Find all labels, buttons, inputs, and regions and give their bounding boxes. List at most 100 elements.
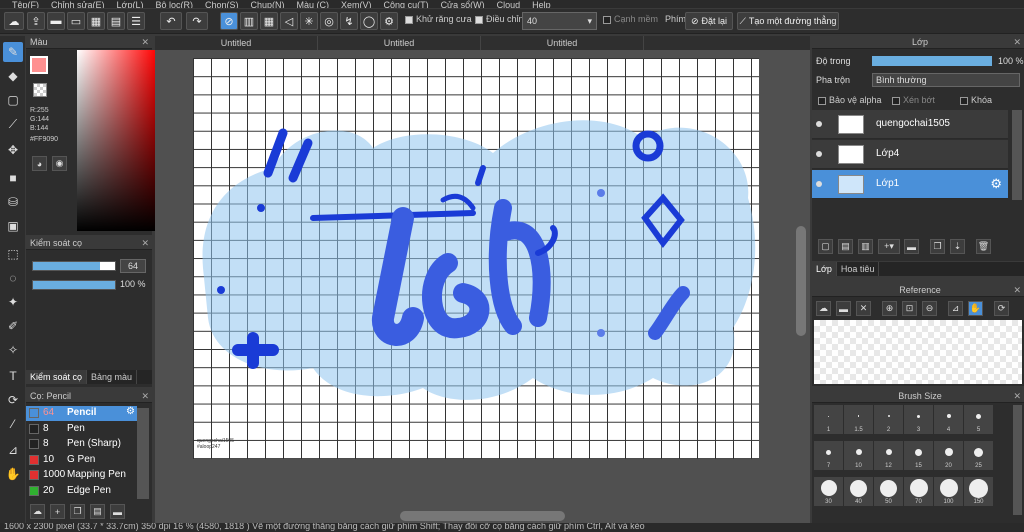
tab-color-palette[interactable]: Bảng màu — [87, 370, 138, 384]
brush-size-option[interactable]: 7 — [814, 441, 843, 470]
marquee-tool-icon[interactable]: ⬚ — [3, 244, 23, 264]
brush-size-value[interactable]: 64 — [120, 259, 146, 273]
curve-snap-icon[interactable]: ↯ — [340, 12, 358, 30]
eraser-tool-icon[interactable]: ◆ — [3, 66, 23, 86]
brush-size-option[interactable]: 12 — [874, 441, 903, 470]
cloud-brush-icon[interactable]: ☁ — [30, 504, 45, 519]
close-icon[interactable]: ✕ — [141, 390, 149, 403]
brush-size-option[interactable]: 20 — [934, 441, 963, 470]
smudge-tool-icon[interactable]: ⁄ — [3, 414, 23, 434]
snap-off-icon[interactable]: ⊘ — [220, 12, 238, 30]
grid-snap-icon[interactable]: ▦ — [260, 12, 278, 30]
adjust-option[interactable]: Điều chỉnh — [475, 14, 529, 24]
select-eraser-tool-icon[interactable]: ✧ — [3, 340, 23, 360]
brush-size-option[interactable]: 150 — [964, 477, 993, 506]
protect-alpha-checkbox[interactable]: Bảo vệ alpha — [818, 95, 882, 105]
zoom-in-icon[interactable]: ⊕ — [882, 301, 897, 316]
rotate-icon[interactable]: ⟳ — [994, 301, 1009, 316]
layer-folder-icon[interactable]: ▬ — [904, 239, 919, 254]
visibility-icon[interactable] — [816, 151, 822, 157]
eyedropper-tool-icon[interactable]: ⊿ — [3, 440, 23, 460]
perspective-snap-icon[interactable]: ◁ — [280, 12, 298, 30]
menu-icon[interactable]: ☰ — [127, 12, 145, 30]
tab-document-1[interactable]: Untitled — [155, 36, 318, 50]
lock-checkbox[interactable]: Khóa — [960, 95, 992, 105]
zoom-out-icon[interactable]: ⊖ — [922, 301, 937, 316]
new-layer-1bit-icon[interactable]: ▥ — [858, 239, 873, 254]
brush-size-option[interactable]: 10 — [844, 441, 873, 470]
adjust-value-select[interactable]: 40 ▾ — [522, 12, 597, 30]
text-tool-icon[interactable]: T — [3, 366, 23, 386]
close-icon[interactable]: ✕ — [1013, 36, 1021, 49]
settings-snap-icon[interactable]: ⚙ — [380, 12, 398, 30]
reference-viewer[interactable] — [814, 320, 1022, 384]
menu-item-0[interactable]: Tệp(F) — [12, 0, 39, 8]
palette-icon[interactable]: ◕ — [32, 156, 47, 171]
background-color-swatch[interactable] — [33, 83, 47, 97]
brush-size-option[interactable]: 15 — [904, 441, 933, 470]
layer-list-scrollbar[interactable] — [1012, 110, 1022, 200]
menu-item-9[interactable]: Cửa sổ(W) — [441, 0, 485, 8]
brush-size-option[interactable]: 4 — [934, 405, 963, 434]
menu-item-1[interactable]: Chỉnh sửa(E) — [51, 0, 105, 8]
menu-item-4[interactable]: Chọn(S) — [205, 0, 239, 8]
brush-size-option[interactable]: 70 — [904, 477, 933, 506]
brush-item[interactable]: 8 Pen — [26, 422, 137, 437]
brush-size-option[interactable]: 3 — [904, 405, 933, 434]
brush-item[interactable]: 20 Edge Pen — [26, 484, 137, 499]
layer-row-quengochai1505[interactable]: quengochai1505 — [812, 110, 1008, 139]
layer-opacity-slider[interactable] — [872, 56, 992, 66]
close-reference-icon[interactable]: ✕ — [856, 301, 871, 316]
divide-tool-icon[interactable]: ⟳ — [3, 390, 23, 410]
brush-size-option[interactable]: 25 — [964, 441, 993, 470]
menu-item-8[interactable]: Công cụ(T) — [384, 0, 429, 8]
undo-icon[interactable]: ↶ — [160, 12, 182, 30]
grid-view-icon[interactable]: ▦ — [87, 12, 105, 30]
brush-size-option[interactable]: 50 — [874, 477, 903, 506]
brush-settings-icon[interactable]: ⚙ — [126, 406, 135, 417]
layer-settings-icon[interactable]: ⚙ — [990, 176, 1002, 192]
antialias-option[interactable]: Khử răng cưa — [405, 14, 472, 24]
tab-layer[interactable]: Lớp — [812, 262, 837, 276]
copy-brush-icon[interactable]: ❐ — [70, 504, 85, 519]
select-rect-tool-icon[interactable]: ▢ — [3, 90, 23, 110]
visibility-icon[interactable] — [816, 181, 822, 187]
brush-size-option[interactable]: 100 — [934, 477, 963, 506]
brush-size-slider[interactable] — [32, 261, 116, 271]
brush-size-option[interactable]: 1 — [814, 405, 843, 434]
reset-button[interactable]: ⊘ Đặt lại — [685, 12, 733, 30]
brush-size-option[interactable]: 1.5 — [844, 405, 873, 434]
lasso-tool-icon[interactable]: ◌ — [3, 268, 23, 288]
brush-item[interactable]: 64 Pencil ⚙ — [26, 406, 137, 421]
duplicate-layer-icon[interactable]: ❐ — [930, 239, 945, 254]
brush-size-option[interactable]: 2 — [874, 405, 903, 434]
line-tool-icon[interactable]: ⟋ — [3, 114, 23, 134]
close-icon[interactable]: ✕ — [141, 237, 149, 250]
close-icon[interactable]: ✕ — [141, 36, 149, 49]
soft-edge-option[interactable]: Cạnh mềm — [603, 14, 658, 24]
fit-icon[interactable]: ⊡ — [902, 301, 917, 316]
brush-settings-icon[interactable]: ▤ — [90, 504, 105, 519]
chat-icon[interactable]: ▬ — [47, 12, 65, 30]
brush-item[interactable]: 10 G Pen — [26, 453, 137, 468]
eyedropper-icon[interactable]: ⊿ — [948, 301, 963, 316]
parallel-snap-icon[interactable]: ▥ — [240, 12, 258, 30]
hand-icon[interactable]: ✋ — [968, 301, 983, 316]
fill-rect-tool-icon[interactable]: ■ — [3, 168, 23, 188]
cloud-icon[interactable]: ☁ — [4, 12, 24, 30]
menu-item-3[interactable]: Bộ lọc(R) — [155, 0, 193, 8]
visibility-icon[interactable] — [816, 121, 822, 127]
magic-wand-tool-icon[interactable]: ✦ — [3, 292, 23, 312]
move-tool-icon[interactable]: ✥ — [3, 140, 23, 160]
close-icon[interactable]: ✕ — [1013, 390, 1021, 403]
comment-icon[interactable]: ▭ — [67, 12, 85, 30]
export-icon[interactable]: ⇪ — [27, 12, 45, 30]
tab-document-3[interactable]: Untitled — [481, 36, 644, 50]
cloud-reference-icon[interactable]: ☁ — [816, 301, 831, 316]
layer-row-lop4[interactable]: Lớp4 — [812, 140, 1008, 169]
menu-item-5[interactable]: Chụp(N) — [251, 0, 285, 8]
straight-line-button[interactable]: ⟋ Tạo một đường thẳng — [737, 12, 839, 30]
hand-tool-icon[interactable]: ✋ — [3, 464, 23, 484]
brush-opacity-slider[interactable] — [32, 280, 116, 290]
select-pen-tool-icon[interactable]: ✐ — [3, 316, 23, 336]
